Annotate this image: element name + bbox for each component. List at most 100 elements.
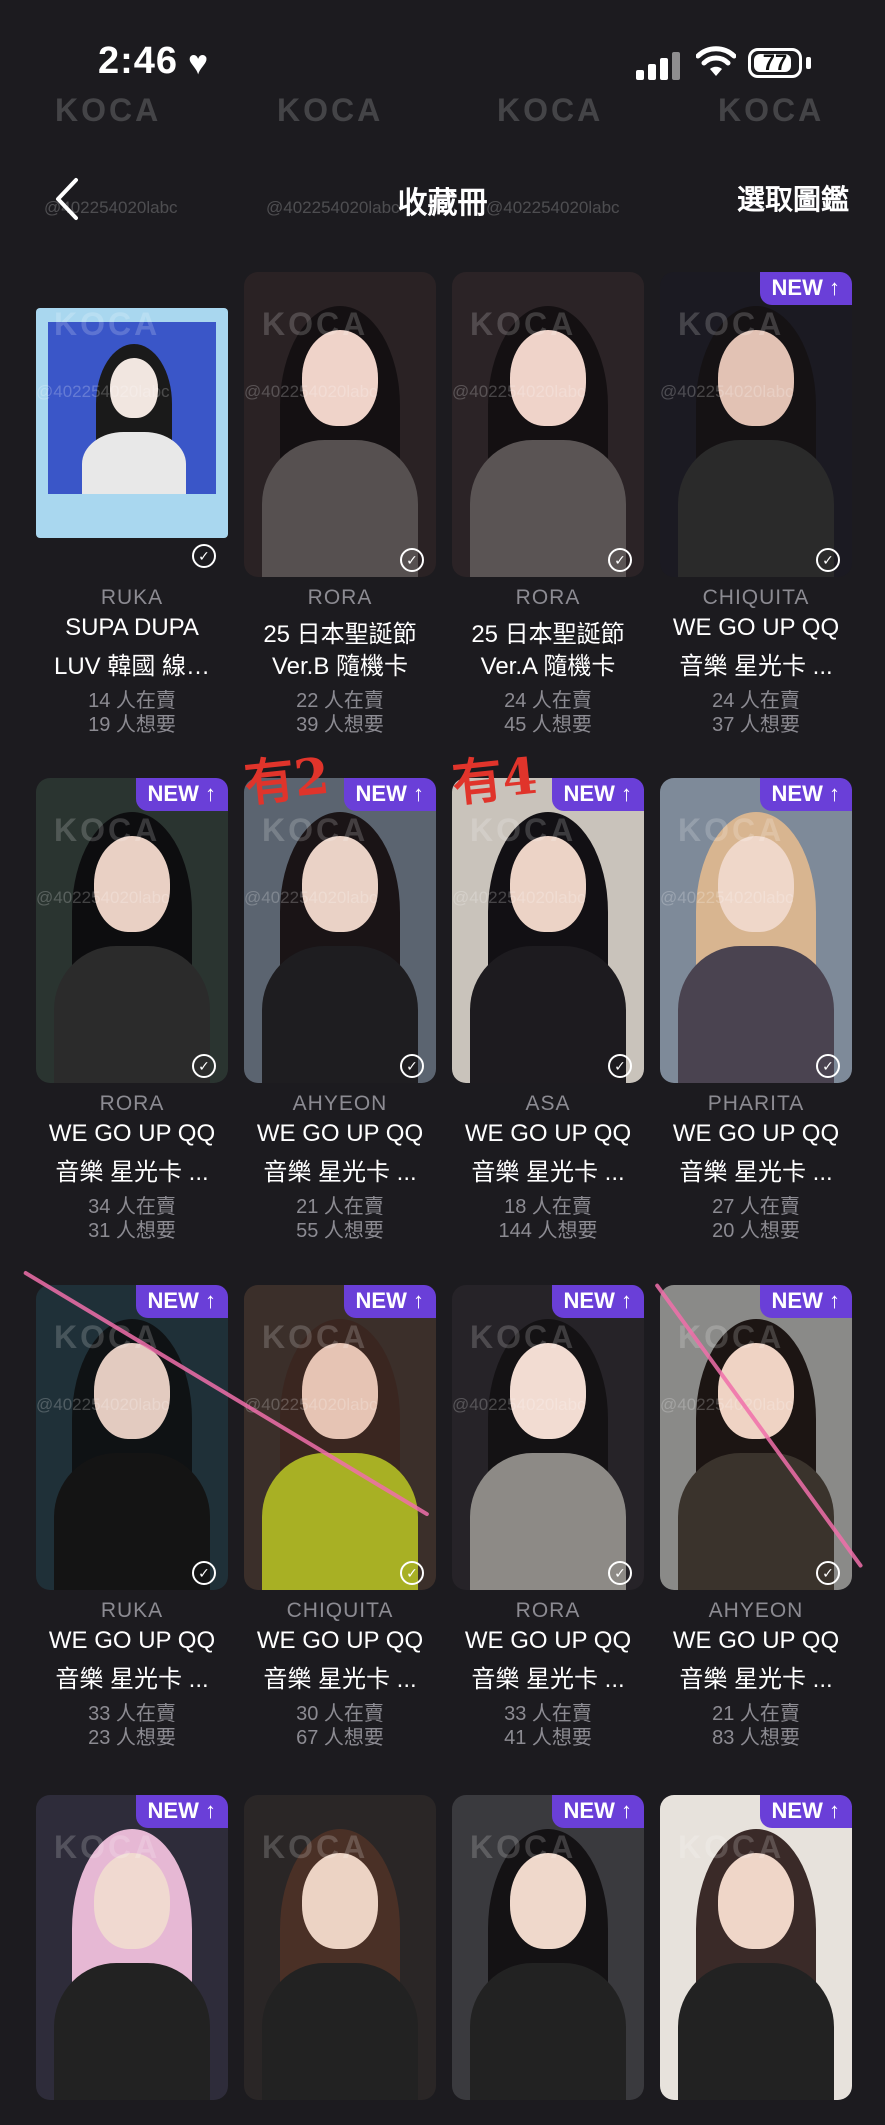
new-badge: NEW ↑: [135, 778, 228, 811]
member-name: RUKA: [100, 586, 164, 609]
wanted-count: 37 人想要: [712, 714, 800, 736]
card-title-line1: WE GO UP QQ: [464, 1627, 632, 1654]
card-title-line1: WE GO UP QQ: [48, 1120, 216, 1147]
member-name: AHYEON: [292, 1092, 388, 1115]
photocard-image[interactable]: [452, 778, 644, 1083]
check-circle-icon[interactable]: ✓: [608, 1054, 632, 1078]
card-title-line2: Ver.B 隨機卡: [271, 653, 409, 680]
member-name: AHYEON: [708, 1599, 804, 1622]
check-circle-icon[interactable]: ✓: [192, 544, 216, 568]
card-title-line1: WE GO UP QQ: [48, 1627, 216, 1654]
new-badge: NEW ↑: [759, 1795, 852, 1828]
card-title-line1: 25 日本聖誕節: [471, 621, 625, 648]
status-bar: 2:46 ♥ 77: [0, 0, 885, 120]
handwritten-note: 有2: [241, 745, 333, 814]
check-circle-icon[interactable]: ✓: [608, 1561, 632, 1585]
photocard-item[interactable]: KOCANEW ↑✓RORAWE GO UP QQ音樂 星光卡 ...33 人在…: [452, 1285, 644, 1749]
card-title-line1: 25 日本聖誕節: [263, 621, 417, 648]
photocard-image[interactable]: [36, 308, 228, 538]
clock: 2:46: [98, 40, 179, 82]
card-title-line2: 音樂 星光卡 ...: [679, 1159, 833, 1186]
wanted-count: 45 人想要: [504, 714, 592, 736]
member-name: CHIQUITA: [702, 586, 810, 609]
check-circle-icon[interactable]: ✓: [192, 1561, 216, 1585]
card-title-line2: 音樂 星光卡 ...: [679, 1666, 833, 1693]
photocard-item[interactable]: KOCANEW ↑: [36, 1795, 228, 2125]
wanted-count: 31 人想要: [88, 1220, 176, 1242]
card-title-line2: LUV 韓國 線…: [53, 653, 211, 680]
photocard-item[interactable]: KOCANEW ↑: [452, 1795, 644, 2125]
card-title-line1: WE GO UP QQ: [464, 1120, 632, 1147]
new-badge: NEW ↑: [759, 1285, 852, 1318]
member-name: RORA: [99, 1092, 165, 1115]
battery-icon: 77: [748, 48, 802, 78]
photocard-item[interactable]: KOCANEW ↑✓CHIQUITAWE GO UP QQ音樂 星光卡 ...3…: [244, 1285, 436, 1749]
member-name: PHARITA: [707, 1092, 805, 1115]
check-circle-icon[interactable]: ✓: [608, 548, 632, 572]
photocard-image[interactable]: [452, 1795, 644, 2100]
card-title-line1: WE GO UP QQ: [672, 614, 840, 641]
check-circle-icon[interactable]: ✓: [816, 548, 840, 572]
photocard-item[interactable]: KOCA: [244, 1795, 436, 2125]
wanted-count: 144 人想要: [498, 1220, 598, 1242]
new-badge: NEW ↑: [759, 778, 852, 811]
photocard-item[interactable]: KOCANEW ↑: [660, 1795, 852, 2125]
photocard-item[interactable]: KOCA✓RUKASUPA DUPALUV 韓國 線…14 人在賣19 人想要@…: [36, 272, 228, 736]
photocard-image[interactable]: [36, 778, 228, 1083]
photocard-image[interactable]: [452, 272, 644, 577]
card-title-line1: WE GO UP QQ: [256, 1627, 424, 1654]
photocard-item[interactable]: KOCANEW ↑✓CHIQUITAWE GO UP QQ音樂 星光卡 ...2…: [660, 272, 852, 736]
select-collection-button[interactable]: 選取圖鑑: [737, 178, 849, 218]
member-name: RUKA: [100, 1599, 164, 1622]
photocard-item[interactable]: KOCANEW ↑✓PHARITAWE GO UP QQ音樂 星光卡 ...27…: [660, 778, 852, 1242]
photocard-image[interactable]: [660, 778, 852, 1083]
check-circle-icon[interactable]: ✓: [400, 1561, 424, 1585]
wanted-count: 19 人想要: [88, 714, 176, 736]
photocard-image[interactable]: [244, 1285, 436, 1590]
photocard-item[interactable]: KOCANEW ↑✓AHYEONWE GO UP QQ音樂 星光卡 ...21 …: [244, 778, 436, 1242]
member-name: ASA: [525, 1092, 571, 1115]
photocard-item[interactable]: KOCANEW ↑✓RORAWE GO UP QQ音樂 星光卡 ...34 人在…: [36, 778, 228, 1242]
photocard-image[interactable]: [36, 1795, 228, 2100]
new-badge: NEW ↑: [551, 1795, 644, 1828]
card-title-line2: 音樂 星光卡 ...: [55, 1159, 209, 1186]
card-title-line1: WE GO UP QQ: [256, 1120, 424, 1147]
check-circle-icon[interactable]: ✓: [400, 1054, 424, 1078]
member-name: CHIQUITA: [286, 1599, 394, 1622]
new-badge: NEW ↑: [551, 778, 644, 811]
check-circle-icon[interactable]: ✓: [816, 1054, 840, 1078]
photocard-image[interactable]: [660, 1795, 852, 2100]
photocard-item[interactable]: KOCA✓RORA25 日本聖誕節Ver.A 隨機卡24 人在賣45 人想要@4…: [452, 272, 644, 736]
check-circle-icon[interactable]: ✓: [816, 1561, 840, 1585]
photocard-image[interactable]: [244, 1795, 436, 2100]
card-title-line2: 音樂 星光卡 ...: [55, 1666, 209, 1693]
photocard-image[interactable]: [36, 1285, 228, 1590]
photocard-item[interactable]: KOCANEW ↑✓AHYEONWE GO UP QQ音樂 星光卡 ...21 …: [660, 1285, 852, 1749]
card-title-line2: 音樂 星光卡 ...: [263, 1666, 417, 1693]
new-badge: NEW ↑: [343, 1285, 436, 1318]
photocard-image[interactable]: [660, 272, 852, 577]
wanted-count: 39 人想要: [296, 714, 384, 736]
card-title-line1: WE GO UP QQ: [672, 1627, 840, 1654]
card-title-line2: 音樂 星光卡 ...: [471, 1159, 625, 1186]
member-name: RORA: [515, 586, 581, 609]
card-title-line2: 音樂 星光卡 ...: [679, 653, 833, 680]
new-badge: NEW ↑: [759, 272, 852, 305]
check-circle-icon[interactable]: ✓: [192, 1054, 216, 1078]
wanted-count: 83 人想要: [712, 1727, 800, 1749]
card-title-line1: SUPA DUPA: [65, 614, 199, 641]
new-badge: NEW ↑: [551, 1285, 644, 1318]
card-title-line2: 音樂 星光卡 ...: [471, 1666, 625, 1693]
new-badge: NEW ↑: [343, 778, 436, 811]
photocard-image[interactable]: [244, 272, 436, 577]
card-title-line1: WE GO UP QQ: [672, 1120, 840, 1147]
wanted-count: 20 人想要: [712, 1220, 800, 1242]
photocard-item[interactable]: KOCA✓RORA25 日本聖誕節Ver.B 隨機卡22 人在賣39 人想要@4…: [244, 272, 436, 736]
photocard-image[interactable]: [452, 1285, 644, 1590]
wifi-icon: [696, 46, 736, 76]
check-circle-icon[interactable]: ✓: [400, 548, 424, 572]
wanted-count: 67 人想要: [296, 1727, 384, 1749]
photocard-item[interactable]: KOCANEW ↑✓ASAWE GO UP QQ音樂 星光卡 ...18 人在賣…: [452, 778, 644, 1242]
photocard-image[interactable]: [244, 778, 436, 1083]
handwritten-note: 有4: [449, 745, 541, 814]
